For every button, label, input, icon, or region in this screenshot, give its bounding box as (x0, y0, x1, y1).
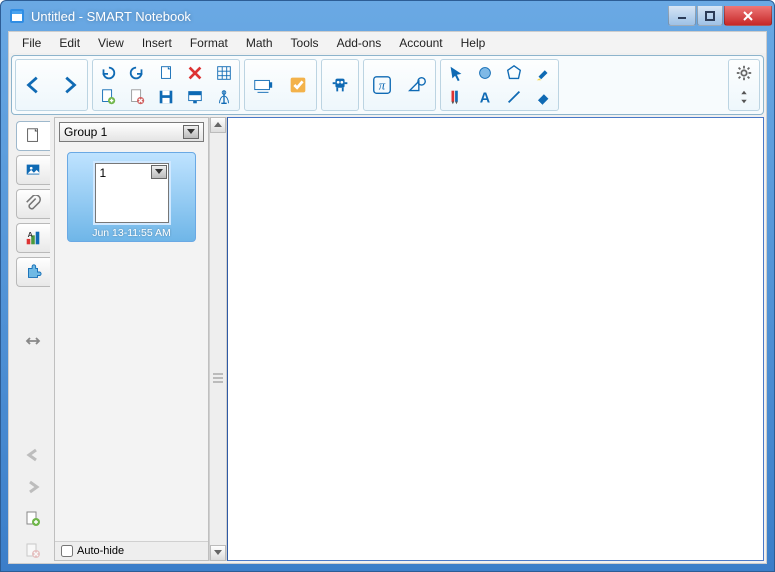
menu-help[interactable]: Help (452, 34, 495, 52)
panel-splitter[interactable] (209, 117, 227, 561)
menu-format[interactable]: Format (181, 34, 237, 52)
app-icon (9, 8, 25, 24)
tab-page-sorter[interactable] (16, 121, 50, 151)
geometry-button[interactable] (401, 63, 433, 107)
table-button[interactable] (211, 62, 237, 84)
menu-math[interactable]: Math (237, 34, 282, 52)
page-thumbnail-menu[interactable] (151, 165, 167, 179)
tab-properties[interactable]: A (16, 223, 50, 253)
delete-button[interactable] (182, 62, 208, 84)
add-page-small-button[interactable] (23, 509, 43, 529)
save-button[interactable] (153, 86, 179, 108)
scroll-up-button[interactable] (210, 117, 226, 133)
math-pi-button[interactable]: π (366, 63, 398, 107)
splitter-grip-icon (213, 366, 223, 390)
tab-gallery[interactable] (16, 155, 50, 185)
menu-view[interactable]: View (89, 34, 133, 52)
page-thumbnail-selected[interactable]: 1 Jun 13-11:55 AM (67, 152, 196, 242)
svg-text:A: A (28, 230, 33, 239)
tab-addons[interactable] (16, 257, 50, 287)
menu-addons[interactable]: Add-ons (328, 34, 391, 52)
move-toolbar-button[interactable] (731, 86, 757, 108)
text-tool[interactable]: A (472, 86, 498, 108)
auto-hide-checkbox[interactable] (61, 545, 73, 557)
svg-text:A: A (480, 90, 491, 106)
menu-edit[interactable]: Edit (50, 34, 89, 52)
add-page-button[interactable] (95, 86, 121, 108)
polygon-tool[interactable] (501, 62, 527, 84)
page-sorter-panel: Group 1 1 Jun 13-11:55 AM Auto-hid (54, 117, 209, 561)
page-canvas[interactable] (227, 117, 764, 561)
redo-button[interactable] (124, 62, 150, 84)
svg-text:π: π (379, 79, 386, 93)
window-title: Untitled - SMART Notebook (31, 9, 667, 24)
nav-forward-disabled-icon (23, 477, 43, 497)
menu-account[interactable]: Account (390, 34, 451, 52)
toolbar: π A (11, 55, 764, 115)
menu-insert[interactable]: Insert (133, 34, 181, 52)
left-tab-strip: A (11, 117, 54, 561)
ruler-button[interactable] (211, 86, 237, 108)
menu-file[interactable]: File (13, 34, 50, 52)
window-close[interactable] (724, 6, 772, 26)
delete-page-small-button[interactable] (23, 541, 43, 561)
window-maximize[interactable] (697, 6, 723, 26)
menu-tools[interactable]: Tools (282, 34, 328, 52)
document-camera-button[interactable] (247, 63, 279, 107)
page-timestamp: Jun 13-11:55 AM (92, 227, 171, 239)
window-minimize[interactable] (668, 6, 696, 26)
pointer-tool[interactable] (443, 62, 469, 84)
open-button[interactable] (153, 62, 179, 84)
circle-tool[interactable] (472, 62, 498, 84)
nav-back-disabled-icon (23, 445, 43, 465)
auto-hide-label: Auto-hide (77, 545, 124, 557)
undo-button[interactable] (95, 62, 121, 84)
highlighter-tool[interactable] (530, 62, 556, 84)
group-dropdown[interactable]: Group 1 (59, 122, 204, 142)
tab-attachments[interactable] (16, 189, 50, 219)
next-page-button[interactable] (53, 63, 85, 107)
prev-page-button[interactable] (18, 63, 50, 107)
delete-page-button[interactable] (124, 86, 150, 108)
collapse-panel-button[interactable] (23, 331, 43, 351)
chevron-down-icon (183, 125, 199, 139)
page-number: 1 (100, 166, 107, 180)
settings-gear-button[interactable] (731, 62, 757, 84)
response-button[interactable] (282, 63, 314, 107)
scroll-down-button[interactable] (210, 545, 226, 561)
group-dropdown-label: Group 1 (64, 125, 107, 139)
line-tool[interactable] (501, 86, 527, 108)
eraser-tool[interactable] (530, 86, 556, 108)
menu-bar: File Edit View Insert Format Math Tools … (9, 32, 766, 53)
pens-tool[interactable] (443, 86, 469, 108)
screenshade-button[interactable] (182, 86, 208, 108)
gadget-button[interactable] (324, 63, 356, 107)
page-thumbnail[interactable]: 1 (95, 163, 169, 223)
